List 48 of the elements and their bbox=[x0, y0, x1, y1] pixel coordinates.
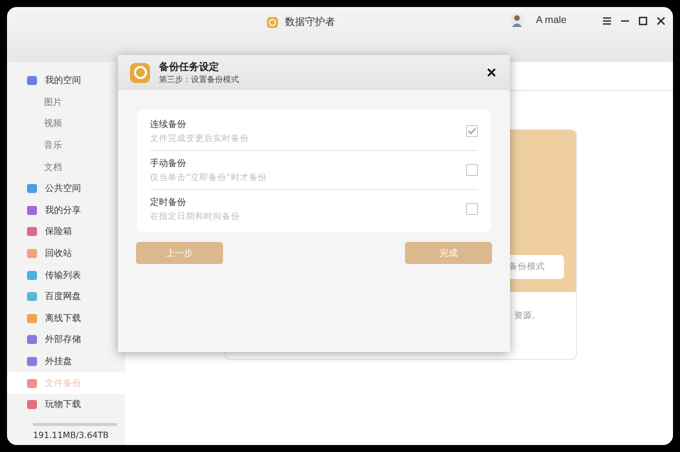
window-title: 数据守护者 bbox=[285, 16, 335, 29]
sidebar-item[interactable]: 百度网盘 bbox=[7, 286, 125, 308]
option-label: 定时备份 bbox=[150, 196, 187, 208]
dialog-title: 备份任务设定 bbox=[159, 60, 220, 74]
sidebar-label: 文件备份 bbox=[45, 378, 81, 390]
sidebar-label: 百度网盘 bbox=[45, 290, 81, 304]
sidebar-item[interactable]: 公共空间 bbox=[7, 178, 125, 200]
option-label: 手动备份 bbox=[150, 158, 187, 170]
sidebar-item[interactable]: 我的分享 bbox=[7, 200, 125, 222]
checkbox[interactable] bbox=[466, 164, 478, 176]
menu-icon[interactable] bbox=[602, 16, 612, 26]
sidebar-label: 离线下载 bbox=[45, 312, 81, 325]
sidebar-item[interactable]: 离线下载 bbox=[7, 308, 125, 330]
sidebar-item[interactable]: 外部存储 bbox=[7, 329, 125, 351]
maximize-icon[interactable] bbox=[638, 16, 648, 26]
sidebar-item[interactable]: 传输列表 bbox=[7, 264, 125, 286]
sidebar-label: 外部存储 bbox=[45, 334, 81, 346]
sidebar-label: 传输列表 bbox=[45, 270, 81, 282]
option-description: 仅当单击“立即备份”时才备份 bbox=[150, 172, 268, 184]
sidebar-label: 我的空间 bbox=[45, 74, 81, 88]
sidebar-item[interactable]: 保险箱 bbox=[7, 221, 125, 243]
sidebar-item[interactable]: 回收站 bbox=[7, 242, 125, 264]
app-logo-icon bbox=[267, 16, 278, 28]
sidebar-label: 视频 bbox=[44, 118, 62, 130]
sidebar-item[interactable]: 外挂盘 bbox=[7, 350, 125, 372]
sidebar-label: 音乐 bbox=[44, 140, 62, 152]
sidebar-label: 回收站 bbox=[45, 248, 72, 260]
option-description: 文件完成变更后实时备份 bbox=[150, 132, 250, 144]
sidebar-label: 外挂盘 bbox=[45, 356, 72, 368]
card-note: 资源。 bbox=[513, 310, 542, 322]
sidebar-label: 文档 bbox=[44, 162, 62, 174]
close-icon[interactable] bbox=[656, 16, 666, 26]
sidebar-item[interactable]: 我的空间 bbox=[7, 70, 125, 92]
sidebar-label: 我的分享 bbox=[45, 204, 81, 217]
avatar-icon bbox=[510, 13, 524, 27]
checkbox[interactable] bbox=[466, 203, 478, 215]
sidebar-label: 保险箱 bbox=[45, 226, 72, 238]
sidebar-label: 图片 bbox=[44, 96, 62, 109]
app-logo-icon bbox=[130, 62, 150, 82]
user-name: A male bbox=[536, 14, 567, 26]
option-description: 在指定日期和时间备份 bbox=[150, 210, 241, 222]
sidebar-label: 玩物下载 bbox=[45, 398, 81, 412]
storage-usage: 191.11MB/3.64TB bbox=[33, 430, 110, 440]
dialog-subtitle: 第三步：设置备份模式 bbox=[159, 74, 240, 85]
checkbox[interactable] bbox=[466, 125, 478, 137]
option-label: 连续备份 bbox=[150, 118, 187, 130]
sidebar-item[interactable]: 玩物下载 bbox=[7, 394, 125, 416]
sidebar-label: 公共空间 bbox=[45, 182, 81, 196]
